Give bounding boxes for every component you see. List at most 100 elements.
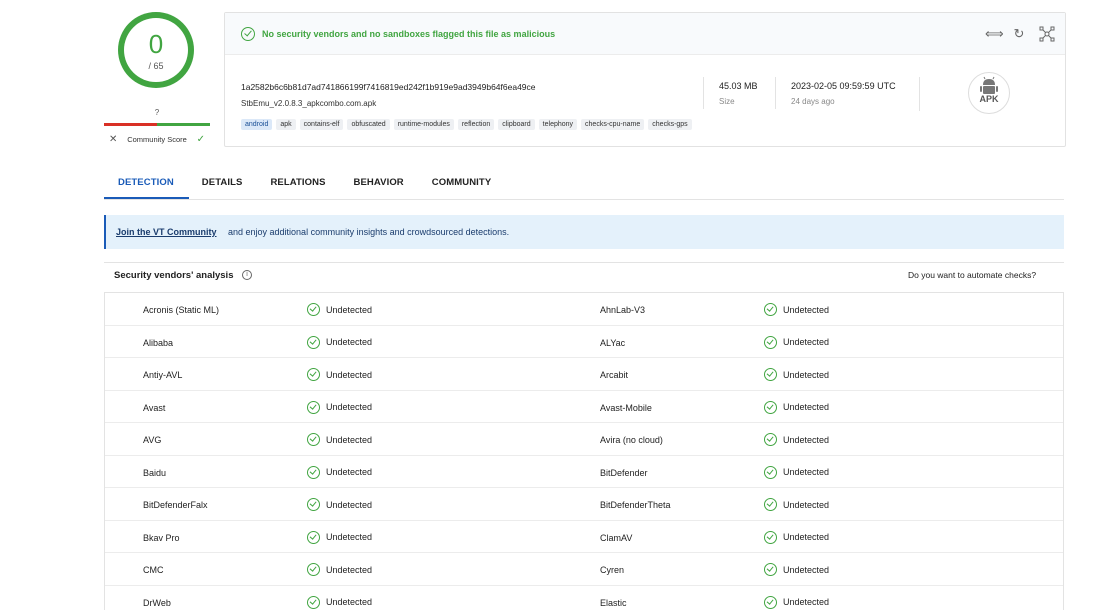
vendor-name: Cyren: [600, 565, 625, 575]
compare-icon[interactable]: ⟺: [985, 26, 1004, 42]
file-tag[interactable]: obfuscated: [347, 119, 390, 130]
tag-list: android apk contains-elf obfuscated runtime-…: [241, 119, 692, 130]
table-row: DrWeb Undetected Elastic Undetected: [105, 586, 1063, 610]
file-tag[interactable]: reflection: [457, 119, 495, 130]
file-tag[interactable]: runtime-modules: [393, 119, 454, 130]
result-label: Undetected: [783, 532, 830, 542]
result-label: Undetected: [783, 499, 830, 510]
divider: [775, 77, 776, 109]
check-icon[interactable]: ✓: [197, 134, 210, 145]
check-circle-icon: [764, 303, 777, 316]
tab-community[interactable]: COMMUNITY: [418, 176, 505, 189]
vendor-name: Elastic: [600, 597, 627, 608]
check-circle-icon: [764, 530, 777, 544]
check-circle-icon: [764, 595, 777, 609]
community-invite-banner: Join the VT Community and enjoy addition…: [104, 215, 1064, 249]
vendor-result: Undetected: [307, 303, 372, 316]
check-circle-icon: [307, 433, 320, 446]
vendor-name: BitDefender: [600, 467, 648, 478]
tab-behavior[interactable]: BEHAVIOR: [340, 176, 418, 189]
vendor-result: Undetected: [764, 563, 829, 576]
vendor-result: Undetected: [307, 530, 373, 544]
vendor-result: Undetected: [764, 530, 830, 544]
reanalyze-icon[interactable]: ↻: [1011, 26, 1027, 42]
result-label: Undetected: [326, 434, 373, 445]
table-row: CMC Undetected Cyren Undetected: [105, 553, 1063, 586]
result-label: Undetected: [326, 337, 373, 347]
last-analysis-relative: 24 days ago: [791, 97, 835, 106]
graph-icon[interactable]: [1039, 26, 1055, 42]
tab-detection[interactable]: DETECTION: [104, 176, 188, 189]
result-label: Undetected: [326, 467, 373, 477]
vendor-name: Antiy-AVL: [143, 370, 183, 380]
community-score-label: Community Score: [127, 135, 187, 144]
result-label: Undetected: [326, 304, 373, 315]
community-invite-text: and enjoy additional community insights …: [228, 227, 510, 237]
check-circle-icon: [764, 335, 777, 349]
divider: [104, 262, 1064, 263]
check-circle-icon: [307, 530, 320, 544]
verdict-banner: No security vendors and no sandboxes fla…: [225, 13, 1065, 55]
table-row: AVG Undetected Avira (no cloud) Undetected: [105, 423, 1063, 456]
check-circle-icon: [241, 27, 255, 41]
divider: [104, 199, 1064, 200]
vendors-analysis-title: Security vendors' analysis: [114, 270, 234, 281]
verdict-text: No security vendors and no sandboxes fla…: [262, 29, 556, 39]
vendor-result: Undetected: [307, 595, 373, 609]
vendor-result: Undetected: [764, 335, 830, 349]
vendor-name: ALYac: [600, 337, 626, 348]
vendor-name: Alibaba: [143, 337, 174, 348]
file-tag[interactable]: contains-elf: [299, 119, 344, 130]
divider: [919, 77, 920, 111]
community-score-row: ✕ Community Score ✓: [104, 134, 210, 145]
vendor-result: Undetected: [764, 465, 829, 479]
file-tag[interactable]: android: [241, 119, 273, 130]
tab-details[interactable]: DETAILS: [188, 176, 257, 189]
file-size-label: Size: [719, 97, 735, 106]
info-icon[interactable]: i: [242, 270, 252, 280]
vendor-name: Acronis (Static ML): [143, 305, 220, 315]
vendor-name: CMC: [143, 565, 164, 575]
vendor-result: Undetected: [764, 595, 830, 609]
check-circle-icon: [764, 433, 777, 446]
result-label: Undetected: [326, 564, 373, 575]
check-circle-icon: [307, 465, 320, 479]
file-tag[interactable]: clipboard: [498, 119, 535, 130]
file-hash[interactable]: 1a2582b6c6b81d7ad741866199f7416819ed242f…: [241, 82, 536, 92]
tab-relations[interactable]: RELATIONS: [256, 176, 339, 189]
check-circle-icon: [764, 563, 777, 576]
vendor-name: Baidu: [143, 467, 167, 478]
result-label: Undetected: [783, 369, 830, 380]
vendor-result: Undetected: [307, 498, 372, 511]
vendor-result: Undetected: [764, 303, 829, 316]
file-tag[interactable]: telephony: [538, 119, 578, 130]
vendor-result: Undetected: [307, 335, 373, 349]
file-name: StbEmu_v2.0.8.3_apkcombo.com.apk: [241, 99, 377, 108]
result-label: Undetected: [783, 597, 830, 607]
result-label: Undetected: [326, 597, 373, 607]
result-label: Undetected: [326, 532, 373, 542]
vendor-name: Bkav Pro: [143, 532, 180, 543]
vendor-result: Undetected: [764, 400, 829, 414]
file-tag[interactable]: checks-gps: [648, 119, 692, 130]
vendor-result: Undetected: [307, 563, 372, 576]
close-icon[interactable]: ✕: [104, 134, 117, 145]
table-row: Alibaba Undetected ALYac Undetected: [105, 326, 1063, 358]
vendor-name: AhnLab-V3: [600, 305, 646, 315]
vendor-name: Avast: [143, 402, 166, 413]
community-score-bar: [104, 123, 210, 126]
table-row: Baidu Undetected BitDefender Undetected: [105, 456, 1063, 488]
file-tag[interactable]: checks-cpu-name: [581, 119, 645, 130]
result-label: Undetected: [783, 337, 830, 347]
vendor-name: BitDefenderFalx: [143, 500, 208, 510]
file-type-label: APK: [979, 94, 999, 104]
check-circle-icon: [764, 368, 777, 381]
result-label: Undetected: [326, 402, 373, 412]
engine-total: / 65: [148, 61, 164, 71]
automate-checks-link[interactable]: Do you want to automate checks?: [908, 270, 1036, 280]
last-analysis-date: 2023-02-05 09:59:59 UTC: [791, 81, 896, 91]
join-community-link[interactable]: Join the VT Community: [116, 227, 217, 237]
table-row: Acronis (Static ML) Undetected AhnLab-V3 Un…: [105, 293, 1063, 326]
file-tag[interactable]: apk: [276, 119, 296, 130]
vendor-name: ClamAV: [600, 532, 633, 543]
